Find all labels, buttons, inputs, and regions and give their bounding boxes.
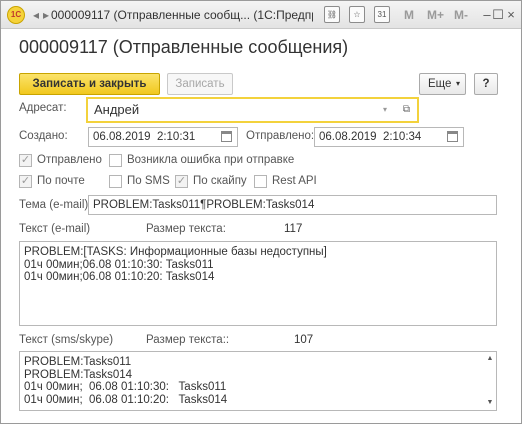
created-date-field[interactable]: 06.08.2019 2:10:31 [88, 127, 238, 147]
link-icon[interactable]: ⛓ [324, 6, 340, 23]
subject-field[interactable]: PROBLEM:Tasks011¶PROBLEM:Tasks014 [88, 195, 497, 215]
calendar-icon[interactable] [447, 131, 458, 142]
email-size-label: Размер текста: [146, 223, 226, 235]
document-window: 1С ◂ ▸ 000009117 (Отправленные сообщ... … [0, 0, 522, 424]
rest-api-checkbox-label: Rest API [272, 175, 317, 187]
sent-label: Отправлено: [246, 130, 315, 142]
by-email-checkbox-label: По почте [37, 175, 85, 187]
created-date-value: 06.08.2019 2:10:31 [93, 131, 196, 143]
more-menu-button[interactable]: Еще ▾ [419, 73, 466, 95]
help-button[interactable]: ? [474, 73, 498, 95]
calendar-icon[interactable]: 31 [374, 6, 390, 23]
save-and-close-button[interactable]: Записать и закрыть [19, 73, 160, 95]
scroll-up-icon[interactable]: ▲ [486, 355, 494, 363]
by-skype-checkbox-label: По скайпу [193, 175, 247, 187]
sms-text-container: PROBLEM:Tasks011 PROBLEM:Tasks014 01ч 00… [19, 351, 497, 411]
memory-plus-button[interactable]: M+ [427, 7, 444, 23]
recipient-value: Андрей [94, 102, 140, 117]
sent-checkbox-label: Отправлено [37, 154, 102, 166]
email-text-area[interactable]: PROBLEM:[TASKS: Информационные базы недо… [19, 241, 497, 326]
by-sms-checkbox[interactable] [109, 175, 122, 188]
created-label: Создано: [19, 130, 68, 142]
open-icon[interactable]: ⧉ [403, 99, 410, 121]
by-email-checkbox[interactable]: ✓ [19, 175, 32, 188]
by-sms-checkbox-label: По SMS [127, 175, 170, 187]
memory-minus-button[interactable]: M- [454, 7, 468, 23]
email-text-label: Текст (e-mail) [19, 223, 91, 235]
calendar-icon[interactable] [221, 131, 232, 142]
email-size-value: 117 [284, 223, 303, 235]
send-error-checkbox-label: Возникла ошибка при отправке [127, 154, 295, 166]
sent-date-field[interactable]: 06.08.2019 2:10:34 [314, 127, 464, 147]
window-title: 000009117 (Отправленные сообщ... (1С:Пре… [51, 8, 313, 22]
sent-checkbox[interactable]: ✓ [19, 154, 32, 167]
sms-scrollbar[interactable]: ▲ ▼ [484, 352, 496, 410]
save-button[interactable]: Записать [167, 73, 233, 95]
recipient-field[interactable]: Андрей ▾ ⧉ [86, 97, 419, 123]
sms-size-value: 107 [294, 334, 314, 346]
sms-size-label: Размер текста:: [146, 334, 230, 346]
sms-text-label: Текст (sms/skype) [19, 334, 114, 346]
subject-label: Тема (e-mail): [19, 199, 92, 211]
scroll-down-icon[interactable]: ▼ [486, 399, 494, 407]
sms-text-area[interactable]: PROBLEM:Tasks011 PROBLEM:Tasks014 01ч 00… [19, 351, 497, 411]
recipient-label: Адресат: [19, 102, 67, 114]
memory-m-button[interactable]: M [404, 7, 414, 23]
star-icon[interactable]: ☆ [349, 6, 365, 23]
close-icon[interactable]: × [503, 6, 519, 23]
page-title: 000009117 (Отправленные сообщения) [19, 37, 349, 57]
dropdown-arrow-icon: ▾ [455, 79, 460, 88]
sent-date-value: 06.08.2019 2:10:34 [319, 131, 422, 143]
title-bar: 1С ◂ ▸ 000009117 (Отправленные сообщ... … [1, 1, 521, 29]
more-label: Еще [428, 78, 452, 90]
app-logo-icon[interactable]: 1С [7, 6, 25, 24]
by-skype-checkbox[interactable]: ✓ [175, 175, 188, 188]
rest-api-checkbox[interactable] [254, 175, 267, 188]
dropdown-arrow-icon[interactable]: ▾ [383, 99, 387, 121]
send-error-checkbox[interactable] [109, 154, 122, 167]
